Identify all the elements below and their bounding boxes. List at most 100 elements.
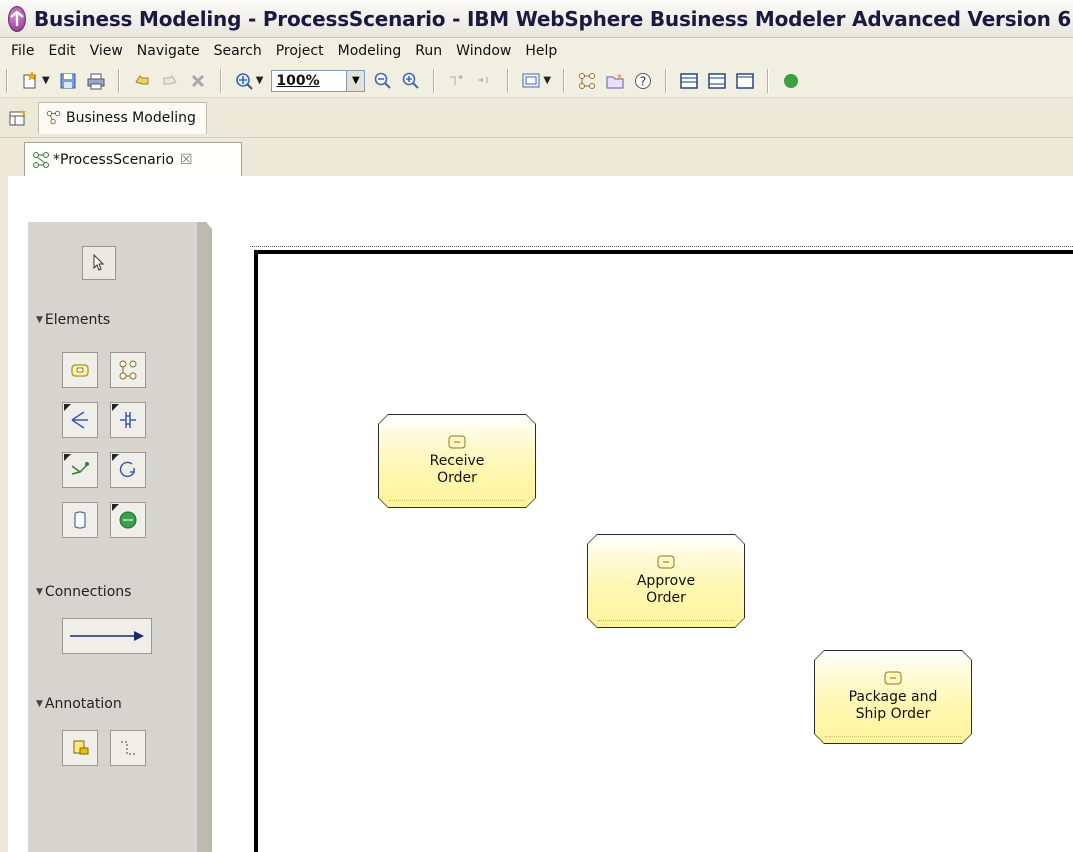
palette-collapse-strip[interactable] <box>197 222 211 852</box>
main-toolbar: ▼ ▼ ▼ <box>0 64 1073 98</box>
menu-run[interactable]: Run <box>408 43 449 59</box>
end-node-tool[interactable] <box>110 502 146 538</box>
repository-tool[interactable] <box>62 502 98 538</box>
note-icon <box>73 740 89 755</box>
chevron-down-icon[interactable]: ▼ <box>42 75 50 86</box>
undo-icon[interactable] <box>130 69 154 93</box>
run-icon[interactable] <box>779 69 803 93</box>
chevron-down-icon: ▼ <box>36 587 43 597</box>
title-bar[interactable]: Business Modeling - ProcessScenario - IB… <box>0 0 1073 38</box>
layout-three-icon[interactable] <box>733 69 757 93</box>
delete-icon[interactable] <box>186 69 210 93</box>
task-node[interactable]: Approve Order <box>587 534 745 628</box>
drawer-corner-icon <box>64 454 71 461</box>
merge-icon <box>71 462 89 475</box>
menu-help[interactable]: Help <box>518 43 564 59</box>
menu-search[interactable]: Search <box>207 43 269 59</box>
perspective-tab-business-modeling[interactable]: Business Modeling <box>38 101 207 134</box>
view-mode-icon[interactable] <box>519 69 543 93</box>
drawer-corner-icon <box>112 404 119 411</box>
note-tool[interactable] <box>62 730 98 766</box>
open-perspective-icon[interactable] <box>8 108 28 128</box>
toolbar-separator <box>767 68 770 93</box>
redo-icon[interactable] <box>158 69 182 93</box>
selection-tool[interactable] <box>82 246 116 280</box>
process-icon <box>119 360 137 380</box>
task-icon <box>71 364 89 377</box>
new-folder-icon[interactable] <box>603 69 627 93</box>
chevron-down-icon[interactable]: ▼ <box>543 75 551 86</box>
app-window: Business Modeling - ProcessScenario - IB… <box>0 0 1073 852</box>
subprocess-tool[interactable] <box>110 352 146 388</box>
process-editor: ▼ Elements ▼ Connections ▼ Annotation Re… <box>0 176 1073 852</box>
loop-tool[interactable] <box>110 452 146 488</box>
close-icon[interactable]: ☒ <box>180 152 193 168</box>
drawer-annotation[interactable]: ▼ Annotation <box>36 696 122 712</box>
chevron-down-icon[interactable]: ▼ <box>347 69 366 92</box>
annotation-connector-tool[interactable] <box>110 730 146 766</box>
task-node[interactable]: Receive Order <box>378 414 536 508</box>
toolbar-separator <box>433 68 436 93</box>
loop-icon <box>119 461 135 478</box>
menu-project[interactable]: Project <box>269 43 331 59</box>
toolbar-separator <box>507 68 510 93</box>
new-wizard-icon[interactable] <box>18 69 42 93</box>
connect-end-icon[interactable] <box>473 69 497 93</box>
toolbar-separator <box>219 68 222 93</box>
task-body: Receive Order <box>379 415 535 507</box>
business-modeling-icon <box>46 110 61 125</box>
help-icon[interactable]: ? <box>631 69 655 93</box>
zoom-out-icon[interactable] <box>371 69 395 93</box>
drawer-corner-icon <box>64 404 71 411</box>
task-icon <box>448 435 466 449</box>
zoom-in-icon[interactable] <box>399 69 423 93</box>
chevron-down-icon[interactable]: ▼ <box>256 75 264 86</box>
connect-start-icon[interactable] <box>445 69 469 93</box>
process-model-icon[interactable] <box>575 69 599 93</box>
menu-edit[interactable]: Edit <box>41 43 82 59</box>
drawer-corner-icon <box>112 454 119 461</box>
toolbar-separator <box>563 68 566 93</box>
arrow-right-icon <box>70 631 144 641</box>
zoom-combo[interactable]: ▼ <box>271 69 366 92</box>
palette: ▼ Elements ▼ Connections ▼ Annotation <box>28 222 212 852</box>
merge-tool[interactable] <box>62 452 98 488</box>
menu-bar: File Edit View Navigate Search Project M… <box>0 38 1073 64</box>
task-label-line2: Order <box>646 590 686 606</box>
connection-tool[interactable] <box>62 618 152 654</box>
menu-view[interactable]: View <box>83 43 130 59</box>
tab-processscenario[interactable]: *ProcessScenario ☒ <box>24 142 242 176</box>
window-title: Business Modeling - ProcessScenario - IB… <box>34 6 1073 31</box>
dotted-connector-icon <box>121 741 135 755</box>
menu-navigate[interactable]: Navigate <box>130 43 207 59</box>
zoom-tool-icon[interactable] <box>232 69 256 93</box>
perspective-bar: Business Modeling <box>0 98 1073 138</box>
decision-tool[interactable] <box>62 402 98 438</box>
print-icon[interactable] <box>84 69 108 93</box>
menu-file[interactable]: File <box>4 43 41 59</box>
app-logo-icon <box>8 5 26 32</box>
task-body: Package and Ship Order <box>815 651 971 743</box>
repository-icon <box>74 511 86 529</box>
layout-two-icon[interactable] <box>705 69 729 93</box>
drawer-connections[interactable]: ▼ Connections <box>36 584 131 600</box>
task-tool[interactable] <box>62 352 98 388</box>
layout-one-icon[interactable] <box>677 69 701 93</box>
drawer-connections-label: Connections <box>44 584 132 600</box>
zoom-input[interactable] <box>271 69 348 92</box>
toolbar-separator <box>6 68 8 93</box>
menu-window[interactable]: Window <box>449 43 518 59</box>
task-label-line2: Order <box>437 470 477 486</box>
process-icon <box>33 151 49 168</box>
drawer-elements-label: Elements <box>44 312 111 328</box>
drawer-corner-icon <box>112 504 119 511</box>
task-node[interactable]: Package and Ship Order <box>814 650 972 744</box>
svg-text:?: ? <box>640 74 646 88</box>
task-label-line1: Package and <box>848 689 938 705</box>
drawer-elements[interactable]: ▼ Elements <box>36 312 110 328</box>
fork-tool[interactable] <box>110 402 146 438</box>
task-body: Approve Order <box>588 535 744 627</box>
task-label-line1: Approve <box>636 573 696 589</box>
menu-modeling[interactable]: Modeling <box>331 43 409 59</box>
save-icon[interactable] <box>56 69 80 93</box>
